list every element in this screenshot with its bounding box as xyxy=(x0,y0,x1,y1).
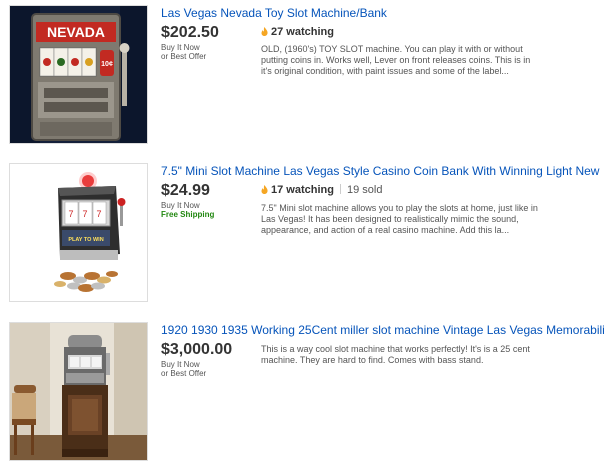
flame-icon xyxy=(261,27,268,36)
buy-it-now-label: Buy It Now xyxy=(161,201,200,210)
listing-price: $3,000.00 xyxy=(161,341,233,358)
image-badge-text: 10¢ xyxy=(101,61,113,68)
listing-title-link[interactable]: Las Vegas Nevada Toy Slot Machine/Bank xyxy=(161,6,387,20)
vintage-slot-machine-image xyxy=(10,323,147,460)
watching-count: 27 watching xyxy=(261,26,334,39)
listing-price: $202.50 xyxy=(161,24,219,41)
watching-text: 27 watching xyxy=(271,26,334,38)
listing-thumbnail[interactable]: NEVADA 10¢ xyxy=(9,5,148,144)
divider xyxy=(339,184,341,194)
buy-it-now-label: Buy It Now xyxy=(161,43,200,52)
listing-price: $24.99 xyxy=(161,182,210,199)
svg-text:7: 7 xyxy=(96,209,101,219)
listing-description: OLD, (1960's) TOY SLOT machine. You can … xyxy=(261,44,531,76)
listing-thumbnail[interactable] xyxy=(9,322,148,461)
listing-title-link[interactable]: 1920 1930 1935 Working 25Cent miller slo… xyxy=(161,323,605,337)
best-offer-label: or Best Offer xyxy=(161,369,207,378)
listing-title-link[interactable]: 7.5" Mini Slot Machine Las Vegas Style C… xyxy=(161,164,599,178)
best-offer-label: or Best Offer xyxy=(161,52,207,61)
listing-description: This is a way cool slot machine that wor… xyxy=(261,344,530,365)
listing-description: 7.5" Mini slot machine allows you to pla… xyxy=(261,203,538,235)
flame-icon xyxy=(261,185,268,194)
slot-machine-image: NEVADA 10¢ xyxy=(10,6,147,143)
sold-count: 19 sold xyxy=(346,184,383,196)
image-sign-text: NEVADA xyxy=(47,24,105,40)
free-shipping-label: Free Shipping xyxy=(161,210,215,219)
svg-text:7: 7 xyxy=(68,209,73,219)
buy-it-now-label: Buy It Now xyxy=(161,360,200,369)
watching-count: 17 watching 19 sold xyxy=(261,184,382,197)
listing-thumbnail[interactable]: 7 7 7 PLAY TO WIN xyxy=(9,163,148,302)
mini-slot-machine-image: 7 7 7 PLAY TO WIN xyxy=(10,164,147,301)
image-panel-text: PLAY TO WIN xyxy=(68,237,103,243)
watching-text: 17 watching xyxy=(271,184,334,196)
svg-text:7: 7 xyxy=(82,209,87,219)
